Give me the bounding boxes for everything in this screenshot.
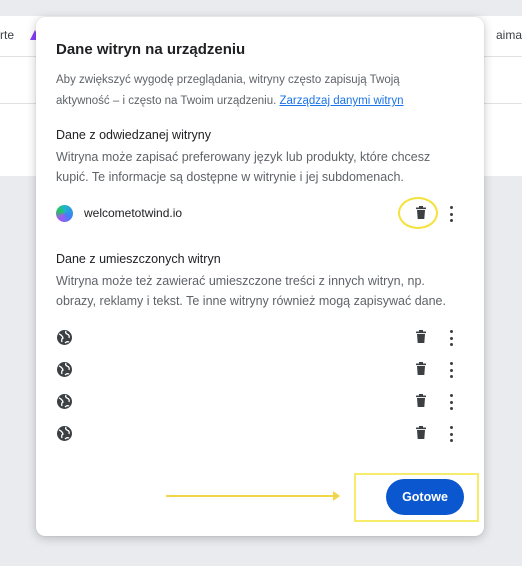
- site-name: welcometotwind.io: [84, 206, 183, 220]
- embedded-site-row: [56, 358, 464, 382]
- visited-site-row: welcometotwind.io: [56, 202, 464, 226]
- dialog-title: Dane witryn na urządzeniu: [56, 41, 246, 58]
- manage-site-data-link[interactable]: Zarządzaj danymi witryn: [280, 95, 404, 107]
- embedded-section-title: Dane z umieszczonych witryn: [56, 252, 221, 266]
- annotation-arrow: [166, 491, 340, 501]
- more-options-icon[interactable]: [446, 393, 456, 411]
- background-tab-text-right: aima: [495, 28, 522, 42]
- dialog-intro: Aby zwiększyć wygodę przeglądania, witry…: [56, 70, 456, 112]
- site-favicon-icon: [56, 205, 73, 222]
- delete-icon[interactable]: [413, 329, 429, 345]
- embedded-site-row: [56, 390, 464, 414]
- more-options-icon[interactable]: [446, 425, 456, 443]
- more-options-icon[interactable]: [446, 329, 456, 347]
- delete-icon[interactable]: [413, 361, 429, 377]
- globe-icon: [56, 329, 73, 346]
- more-options-icon[interactable]: [446, 361, 456, 379]
- delete-icon[interactable]: [413, 393, 429, 409]
- globe-icon: [56, 393, 73, 410]
- delete-icon[interactable]: [413, 425, 429, 441]
- visited-section-title: Dane z odwiedzanej witryny: [56, 128, 211, 142]
- embedded-site-row: [56, 422, 464, 446]
- background-tab-text: rte: [0, 28, 15, 42]
- globe-icon: [56, 361, 73, 378]
- site-data-dialog: Dane witryn na urządzeniu Aby zwiększyć …: [36, 17, 484, 536]
- done-button[interactable]: Gotowe: [386, 479, 464, 515]
- browser-top-strip: [0, 0, 522, 16]
- globe-icon: [56, 425, 73, 442]
- embedded-section-description: Witryna może też zawierać umieszczone tr…: [56, 274, 446, 308]
- embedded-site-row: [56, 326, 464, 350]
- delete-icon[interactable]: [413, 205, 429, 221]
- visited-section-description: Witryna może zapisać preferowany język l…: [56, 150, 431, 184]
- more-options-icon[interactable]: [446, 205, 456, 223]
